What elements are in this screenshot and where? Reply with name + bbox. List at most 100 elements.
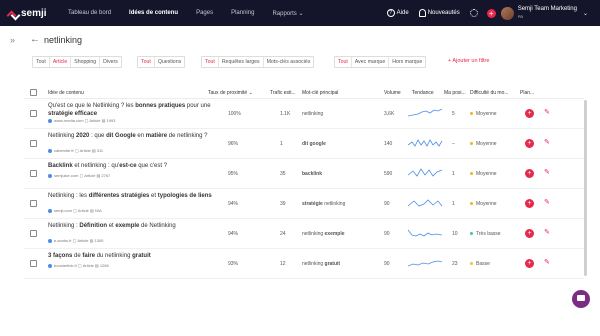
user-initials: PB <box>517 14 524 19</box>
col-traffic[interactable]: Trafic esti... <box>270 90 296 96</box>
user-name: Semji Team Marketing <box>517 6 577 12</box>
table-row[interactable]: Qu'est ce que le Netlinking ? les bonnes… <box>24 99 584 129</box>
settings-gear-icon[interactable] <box>469 9 478 17</box>
col-trend[interactable]: Tendance <box>412 90 434 96</box>
filter-brand-option[interactable]: Tout <box>335 57 352 67</box>
volume-value: 90 <box>384 261 390 267</box>
semji-logo[interactable]: semji <box>8 8 56 19</box>
scope-filter: Tout Requêtes larges Mots-clés associés <box>201 56 315 68</box>
row-checkbox[interactable] <box>30 170 37 177</box>
idea-meta: semji.com ▢ Article ▤ N/A <box>48 208 102 213</box>
volume-value: 90 <box>384 201 390 207</box>
main-keyword: backlink <box>302 171 323 177</box>
filter-type-option[interactable]: Article <box>50 57 72 67</box>
edit-pencil-icon[interactable]: ✎ <box>544 108 550 116</box>
filter-intent-option[interactable]: Questions <box>155 57 184 67</box>
nav-item-1[interactable]: Idées de contenu <box>129 10 178 17</box>
edit-pencil-icon[interactable]: ✎ <box>544 228 550 236</box>
nav-item-0[interactable]: Tableau de bord <box>68 10 111 17</box>
idea-meta: www-media.com ▢ Article ▤ 1993 <box>48 118 115 123</box>
add-to-planning-button[interactable]: + <box>525 109 534 118</box>
proximity-value: 95% <box>228 171 239 177</box>
idea-title[interactable]: Netlinking : les différentes stratégies … <box>48 193 214 201</box>
table-row[interactable]: 3 façons de faire du netlinking gratuit b… <box>24 249 584 279</box>
site-domain: e-works.fr <box>54 238 72 243</box>
add-filter-button[interactable]: + Ajouter un filtre <box>448 58 489 64</box>
difficulty-badge: Moyenne <box>470 201 497 207</box>
add-to-planning-button[interactable]: + <box>525 169 534 178</box>
news-label: Nouveautés <box>427 10 460 16</box>
edit-pencil-icon[interactable]: ✎ <box>544 138 550 146</box>
arrow-left-icon[interactable]: ← <box>30 34 40 45</box>
idea-title[interactable]: Netlinking : Définition et exemple de Ne… <box>48 223 214 231</box>
top-navigation-bar: semji Tableau de bord Idées de contenu Pag… <box>0 0 600 26</box>
filter-scope-option[interactable]: Tout <box>202 57 219 67</box>
filter-type-option[interactable]: Shopping <box>71 57 101 67</box>
filter-intent-option[interactable]: Tout <box>138 57 155 67</box>
content-type: Article <box>84 173 96 178</box>
difficulty-badge: Moyenne <box>470 111 497 117</box>
table-row[interactable]: Backlink et netlinking : qu'est-ce que c… <box>24 159 584 189</box>
traffic-value: 1.1K <box>280 111 291 117</box>
row-checkbox[interactable] <box>30 260 37 267</box>
select-all-checkbox[interactable] <box>30 89 37 96</box>
trend-sparkline <box>408 260 443 267</box>
col-idea[interactable]: Idée de contenu <box>48 90 84 96</box>
filter-brand-option[interactable]: Avec marque <box>352 57 390 67</box>
add-to-planning-button[interactable]: + <box>525 139 534 148</box>
row-checkbox[interactable] <box>30 110 37 117</box>
idea-title[interactable]: Backlink et netlinking : qu'est-ce que c… <box>48 163 214 171</box>
col-proximity[interactable]: Taux de proximité ⌄ <box>208 90 253 96</box>
nav-item-4[interactable]: Rapports ⌄ <box>272 10 303 17</box>
edit-pencil-icon[interactable]: ✎ <box>544 168 550 176</box>
filter-type-option[interactable]: Divers <box>100 57 121 67</box>
edit-pencil-icon[interactable]: ✎ <box>544 258 550 266</box>
row-checkbox[interactable] <box>30 200 37 207</box>
help-button[interactable]: ? Aide <box>386 9 409 17</box>
volume-value: 140 <box>384 141 393 147</box>
add-plus-icon[interactable]: + <box>486 8 496 18</box>
table-row[interactable]: Netlinking : les différentes stratégies … <box>24 189 584 219</box>
col-position[interactable]: Ma posi... <box>444 90 466 96</box>
content-type: Article <box>77 238 89 243</box>
row-checkbox[interactable] <box>30 140 37 147</box>
scrollbar[interactable] <box>584 100 587 276</box>
avatar[interactable] <box>500 6 514 20</box>
help-label: Aide <box>396 10 409 16</box>
filter-scope-option[interactable]: Mots-clés associés <box>264 57 314 67</box>
idea-meta: e-works.fr ▢ Article ▤ 1309 <box>48 238 103 243</box>
table-header: Idée de contenu Taux de proximité ⌄ Traf… <box>24 87 584 99</box>
col-difficulty[interactable]: Difficulté du mo... <box>470 90 509 96</box>
add-to-planning-button[interactable]: + <box>525 259 534 268</box>
user-menu[interactable]: Semji Team Marketing PB <box>518 6 577 20</box>
filter-type-option[interactable]: Tout <box>33 57 50 67</box>
proximity-value: 94% <box>228 231 239 237</box>
row-checkbox[interactable] <box>30 230 37 237</box>
add-to-planning-button[interactable]: + <box>525 199 534 208</box>
col-keyword[interactable]: Mot-clé principal <box>302 90 338 96</box>
proximity-value: 100% <box>228 111 241 117</box>
add-to-planning-button[interactable]: + <box>525 229 534 238</box>
idea-title[interactable]: Qu'est ce que le Netlinking ? les bonnes… <box>48 103 214 118</box>
col-plan[interactable]: Plan... <box>520 90 534 96</box>
table-row[interactable]: Netlinking : Définition et exemple de Ne… <box>24 219 584 249</box>
volume-value: 90 <box>384 231 390 237</box>
col-volume[interactable]: Volume <box>384 90 401 96</box>
chevron-down-icon[interactable]: ⌄ <box>583 10 588 17</box>
traffic-value: 12 <box>280 261 286 267</box>
proximity-value: 93% <box>228 261 239 267</box>
edit-pencil-icon[interactable]: ✎ <box>544 198 550 206</box>
idea-title[interactable]: 3 façons de faire du netlinking gratuit <box>48 253 214 261</box>
filter-scope-option[interactable]: Requêtes larges <box>219 57 264 67</box>
table-row[interactable]: Netlinking 2020 : que dit Google en mati… <box>24 129 584 159</box>
news-button[interactable]: Nouveautés <box>418 9 460 17</box>
content-type: Article <box>82 263 94 268</box>
filter-brand-option[interactable]: Hors marque <box>389 57 425 67</box>
nav-item-3[interactable]: Planning <box>231 10 254 17</box>
idea-title[interactable]: Netlinking 2020 : que dit Google en mati… <box>48 133 214 141</box>
volume-value: 3,6K <box>384 111 395 117</box>
help-icon: ? <box>386 9 395 17</box>
nav-item-2[interactable]: Pages <box>196 10 213 17</box>
chat-bubble-icon[interactable] <box>572 290 590 308</box>
double-chevron-right-icon[interactable]: » <box>10 35 15 45</box>
